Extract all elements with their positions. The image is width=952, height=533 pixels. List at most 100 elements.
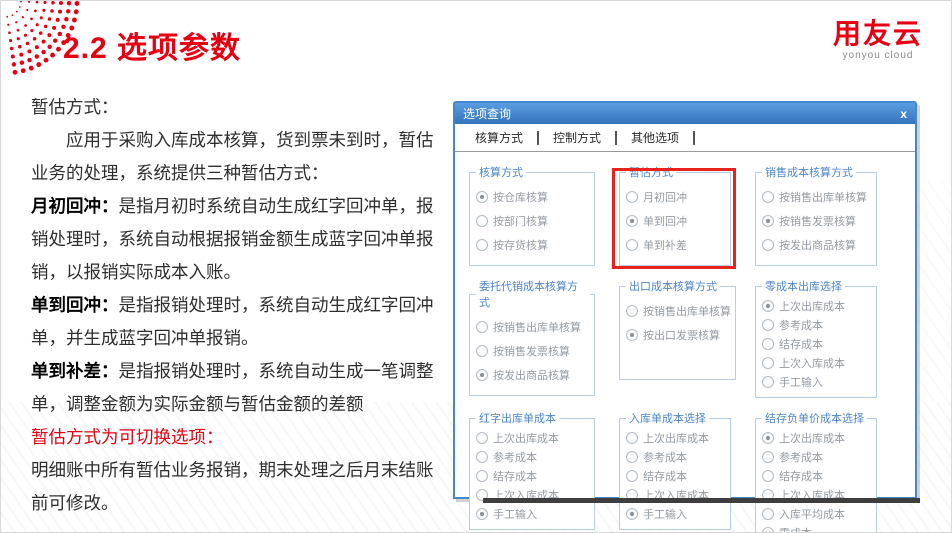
radio-option[interactable]: 手工输入	[476, 506, 590, 522]
options-list: 月初回冲单到回冲单到补差	[624, 180, 726, 253]
radio-option[interactable]: 结存成本	[626, 468, 726, 484]
radio-icon[interactable]	[626, 451, 638, 463]
radio-icon[interactable]	[626, 239, 638, 251]
tab-separator	[693, 131, 695, 145]
radio-option[interactable]: 单到回冲	[626, 213, 726, 229]
radio-option-label: 单到回冲	[643, 213, 687, 229]
radio-selected-icon[interactable]	[476, 369, 488, 381]
radio-option[interactable]: 结存成本	[762, 468, 872, 484]
radio-option[interactable]: 零成本	[762, 525, 872, 533]
radio-icon[interactable]	[626, 305, 638, 317]
radio-option[interactable]: 按部门核算	[476, 213, 590, 229]
radio-icon[interactable]	[762, 508, 774, 520]
radio-icon[interactable]	[476, 451, 488, 463]
tab-2[interactable]: 控制方式	[549, 129, 605, 146]
radio-option[interactable]: 上次出库成本	[476, 430, 590, 446]
radio-option[interactable]: 按发出商品核算	[476, 367, 590, 383]
radio-option[interactable]: 上次入库成本	[762, 487, 872, 503]
radio-selected-icon[interactable]	[476, 508, 488, 520]
radio-selected-icon[interactable]	[626, 329, 638, 341]
radio-option[interactable]: 按仓库核算	[476, 189, 590, 205]
radio-icon[interactable]	[762, 489, 774, 501]
radio-option[interactable]: 按销售发票核算	[476, 343, 590, 359]
logo-subtext: yonyou cloud	[833, 50, 923, 61]
radio-option[interactable]: 入库平均成本	[762, 506, 872, 522]
radio-option[interactable]: 结存成本	[762, 336, 872, 352]
radio-option[interactable]: 手工输入	[762, 374, 872, 390]
tab-1[interactable]: 核算方式	[471, 129, 527, 146]
radio-icon[interactable]	[476, 432, 488, 444]
radio-icon[interactable]	[762, 239, 774, 251]
radio-icon[interactable]	[762, 319, 774, 331]
dialog-close-button[interactable]: x	[900, 108, 907, 120]
radio-option[interactable]: 按销售出库单核算	[476, 319, 590, 335]
option-group: 暂估方式月初回冲单到回冲单到补差	[619, 164, 731, 266]
options-list: 按销售出库单核算按销售发票核算按发出商品核算	[474, 310, 590, 383]
option-group: 核算方式按仓库核算按部门核算按存货核算	[469, 164, 595, 266]
radio-option-label: 零成本	[779, 525, 812, 533]
radio-icon[interactable]	[626, 432, 638, 444]
radio-icon[interactable]	[476, 489, 488, 501]
dialog-titlebar[interactable]: 选项查询 x	[455, 103, 915, 124]
radio-selected-icon[interactable]	[762, 215, 774, 227]
radio-option-label: 按部门核算	[493, 213, 548, 229]
radio-icon[interactable]	[762, 451, 774, 463]
radio-icon[interactable]	[762, 338, 774, 350]
radio-option-label: 参考成本	[643, 449, 687, 465]
radio-option[interactable]: 手工输入	[626, 506, 726, 522]
options-list: 按销售出库单核算按销售发票核算按发出商品核算	[760, 180, 872, 253]
radio-selected-icon[interactable]	[762, 300, 774, 312]
radio-option[interactable]: 上次出库成本	[626, 430, 726, 446]
radio-selected-icon[interactable]	[476, 191, 488, 203]
radio-option[interactable]: 按出口发票核算	[626, 327, 731, 343]
radio-icon[interactable]	[476, 470, 488, 482]
radio-option[interactable]: 上次入库成本	[762, 355, 872, 371]
radio-option[interactable]: 按销售出库单核算	[626, 303, 731, 319]
radio-icon[interactable]	[626, 470, 638, 482]
body-text: 暂估方式： 应用于采购入库成本核算，货到票未到时，暂估业务的处理，系统提供三种暂…	[31, 91, 443, 520]
radio-option[interactable]: 上次入库成本	[626, 487, 726, 503]
radio-option[interactable]: 上次入库成本	[476, 487, 590, 503]
radio-option[interactable]: 上次出库成本	[762, 298, 872, 314]
radio-icon[interactable]	[626, 191, 638, 203]
radio-option[interactable]: 上次出库成本	[762, 430, 872, 446]
options-list: 上次出库成本参考成本结存成本上次入库成本手工输入	[760, 294, 872, 390]
radio-icon[interactable]	[626, 489, 638, 501]
radio-option[interactable]: 月初回冲	[626, 189, 726, 205]
radio-icon[interactable]	[476, 321, 488, 333]
radio-option[interactable]: 参考成本	[762, 317, 872, 333]
radio-option[interactable]: 按销售出库单核算	[762, 189, 872, 205]
radio-option[interactable]: 按销售发票核算	[762, 213, 872, 229]
radio-selected-icon[interactable]	[626, 508, 638, 520]
paragraph-lead: 单到回冲：	[31, 295, 119, 315]
radio-option-label: 按存货核算	[493, 237, 548, 253]
radio-icon[interactable]	[476, 215, 488, 227]
option-group-title: 销售成本核算方式	[762, 164, 856, 180]
option-group-title: 暂估方式	[626, 164, 676, 180]
radio-icon[interactable]	[476, 345, 488, 357]
radio-option[interactable]: 单到补差	[626, 237, 726, 253]
radio-option[interactable]: 参考成本	[762, 449, 872, 465]
logo-text: 用友云	[833, 19, 923, 49]
option-group-title: 零成本出库选择	[762, 278, 845, 294]
option-group: 结存负单价成本选择上次出库成本参考成本结存成本上次入库成本入库平均成本零成本	[755, 410, 877, 533]
option-group: 出口成本核算方式按销售出库单核算按出口发票核算	[619, 278, 736, 380]
radio-option[interactable]: 参考成本	[626, 449, 726, 465]
radio-option[interactable]: 按发出商品核算	[762, 237, 872, 253]
radio-option[interactable]: 结存成本	[476, 468, 590, 484]
radio-selected-icon[interactable]	[762, 432, 774, 444]
radio-icon[interactable]	[762, 357, 774, 369]
radio-icon[interactable]	[476, 239, 488, 251]
radio-option-label: 上次入库成本	[493, 487, 559, 503]
radio-option-label: 按销售出库单核算	[493, 319, 581, 335]
tab-3[interactable]: 其他选项	[627, 129, 683, 146]
body-paragraph: 月初回冲：是指月初时系统自动生成红字回冲单，报销处理时，系统自动根据报销金额生成…	[31, 190, 443, 289]
radio-icon[interactable]	[762, 376, 774, 388]
radio-option[interactable]: 按存货核算	[476, 237, 590, 253]
radio-icon[interactable]	[762, 191, 774, 203]
radio-option[interactable]: 参考成本	[476, 449, 590, 465]
radio-selected-icon[interactable]	[626, 215, 638, 227]
radio-icon[interactable]	[762, 470, 774, 482]
closing-text: 明细账中所有暂估业务报销，期末处理之后月末结账前可修改。	[31, 454, 443, 520]
radio-icon[interactable]	[762, 527, 774, 533]
